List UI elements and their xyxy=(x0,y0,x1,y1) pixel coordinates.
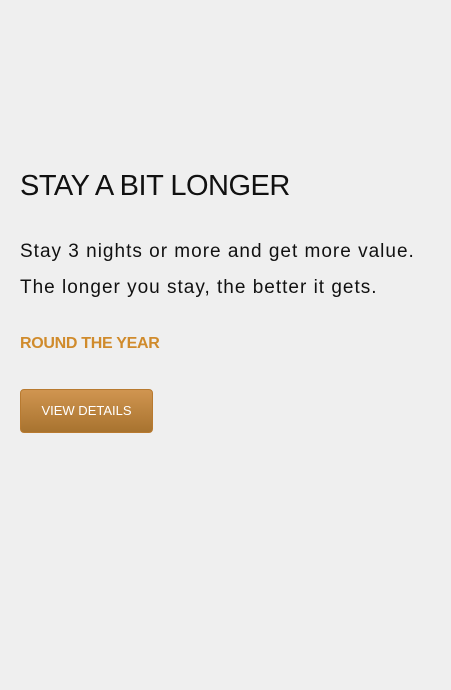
offer-description: Stay 3 nights or more and get more value… xyxy=(20,241,415,298)
offer-card: STAY A BIT LONGER Stay 3 nights or more … xyxy=(20,166,440,433)
offer-title: STAY A BIT LONGER xyxy=(20,170,290,202)
view-details-button[interactable]: VIEW DETAILS xyxy=(20,389,153,433)
offer-period: ROUND THE YEAR xyxy=(20,335,160,352)
